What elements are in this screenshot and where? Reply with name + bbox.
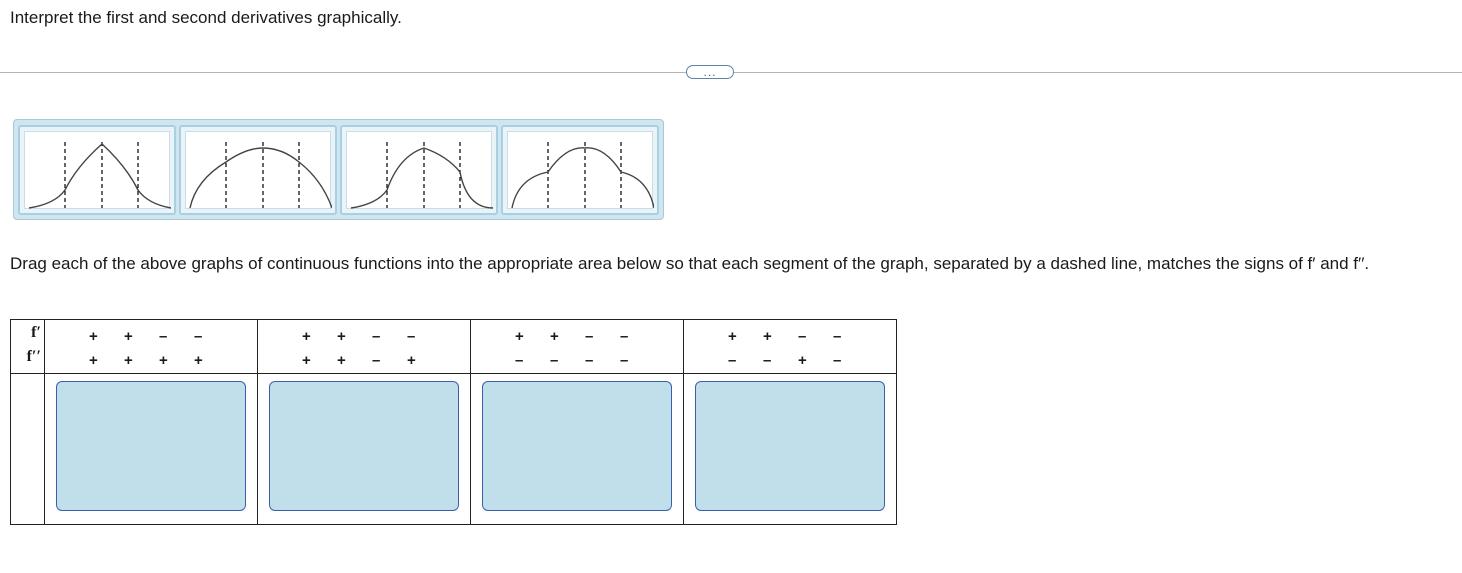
f-double-prime-label: f′′ (26, 348, 41, 365)
f-prime-signs: + + – – (515, 328, 629, 345)
graph-tile-1[interactable] (18, 125, 176, 215)
empty-label-cell (10, 373, 45, 525)
f-double-prime-signs: – – + – (728, 352, 842, 369)
f-prime-signs: + + – – (728, 328, 842, 345)
question-title: Interpret the first and second derivativ… (10, 8, 402, 27)
sign-column-4: + + – – – – + – (683, 319, 897, 374)
more-button[interactable]: ... (686, 65, 734, 79)
f-prime-label: f′ (31, 324, 41, 341)
graph-tile-3[interactable] (340, 125, 498, 215)
drop-zone-1[interactable] (56, 381, 246, 511)
drop-cell-1 (44, 373, 258, 525)
f-double-prime-signs: + + – + (302, 352, 416, 369)
drop-cell-2 (257, 373, 471, 525)
drop-zone-2[interactable] (269, 381, 459, 511)
drop-cell-3 (470, 373, 684, 525)
sign-column-3: + + – – – – – – (470, 319, 684, 374)
sign-column-1: + + – – + + + + (44, 319, 258, 374)
drop-cell-4 (683, 373, 897, 525)
matching-table: f′ f′′ + + – – + + + + + + – – + + – + + + – – – – – – (10, 319, 897, 525)
f-double-prime-signs: + + + + (89, 352, 203, 369)
f-double-prime-signs: – – – – (515, 352, 629, 369)
drop-zone-4[interactable] (695, 381, 885, 511)
instructions: Drag each of the above graphs of continu… (10, 254, 1370, 273)
row-labels: f′ f′′ (10, 319, 45, 374)
sign-column-2: + + – – + + – + (257, 319, 471, 374)
graph-tile-2[interactable] (179, 125, 337, 215)
drop-zone-3[interactable] (482, 381, 672, 511)
graph-tile-4[interactable] (501, 125, 659, 215)
f-prime-signs: + + – – (302, 328, 416, 345)
f-prime-signs: + + – – (89, 328, 203, 345)
graph-tray (13, 119, 664, 220)
